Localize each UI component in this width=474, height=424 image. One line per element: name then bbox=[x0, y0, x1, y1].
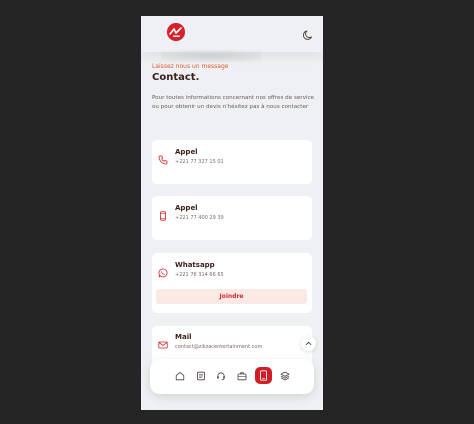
whatsapp-icon bbox=[158, 263, 168, 278]
section-eyebrow: Laissez nous un message bbox=[152, 63, 229, 70]
contact-label: Whatsapp bbox=[175, 261, 215, 269]
contact-value[interactable]: +221 77 327 15 01 bbox=[175, 159, 224, 165]
contact-card-phone[interactable]: Appel +221 77 327 15 01 bbox=[152, 140, 312, 184]
nav-portfolio[interactable] bbox=[278, 369, 292, 383]
contact-value[interactable]: +221 77 400 29 39 bbox=[175, 215, 224, 221]
contact-label: Mail bbox=[175, 333, 192, 341]
nav-contact[interactable] bbox=[255, 367, 272, 384]
contact-card-whatsapp[interactable]: Whatsapp +221 76 314 66 65 Joindre bbox=[152, 253, 312, 313]
contact-card-mobile[interactable]: Appel +221 77 400 29 39 bbox=[152, 196, 312, 240]
join-whatsapp-button[interactable]: Joindre bbox=[156, 289, 307, 304]
mobile-phone-icon bbox=[260, 370, 267, 381]
layers-icon bbox=[280, 371, 290, 381]
brand-logo[interactable] bbox=[167, 23, 185, 41]
bottom-navigation bbox=[150, 359, 314, 394]
nav-support[interactable] bbox=[214, 369, 228, 383]
nav-services[interactable] bbox=[235, 369, 249, 383]
nav-documents[interactable] bbox=[194, 369, 208, 383]
contact-description: Pour toutes informations concernant nos … bbox=[152, 95, 314, 111]
app-header bbox=[141, 16, 323, 52]
contact-label: Appel bbox=[175, 148, 198, 156]
moon-icon[interactable] bbox=[302, 26, 314, 40]
scroll-to-top-button[interactable] bbox=[301, 336, 316, 351]
chevron-up-icon bbox=[305, 341, 312, 346]
headset-icon bbox=[217, 372, 225, 381]
contact-value[interactable]: +221 76 314 66 65 bbox=[175, 272, 224, 278]
contact-label: Appel bbox=[175, 204, 198, 212]
contact-value[interactable]: contact@zikzacentertainment.com bbox=[175, 344, 262, 350]
nav-home[interactable] bbox=[173, 369, 187, 383]
page-title: Contact. bbox=[152, 72, 200, 83]
briefcase-icon bbox=[237, 372, 247, 381]
mail-icon bbox=[158, 335, 168, 349]
home-icon bbox=[175, 372, 185, 381]
mobile-viewport: Laissez nous un message Contact. Pour to… bbox=[141, 16, 323, 410]
mobile-phone-icon bbox=[158, 206, 168, 221]
header-shadow bbox=[161, 50, 261, 62]
document-icon bbox=[197, 371, 205, 381]
phone-icon bbox=[158, 150, 168, 165]
